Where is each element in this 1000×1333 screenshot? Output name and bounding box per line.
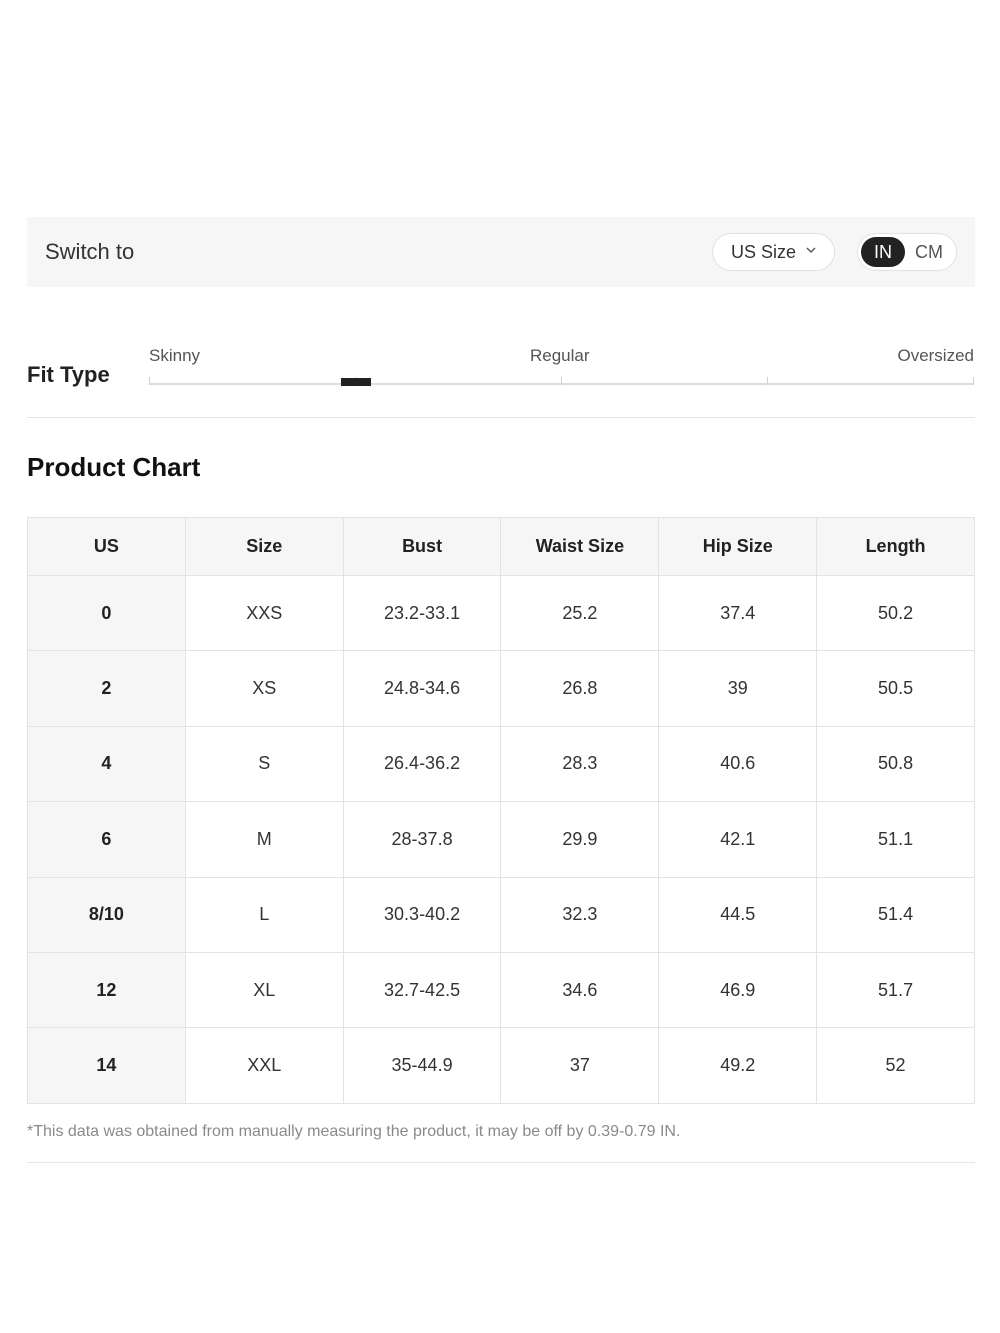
cell-length: 50.5 — [816, 650, 975, 727]
cell-bust: 35-44.9 — [342, 1027, 502, 1104]
cell-waist: 29.9 — [500, 801, 660, 878]
cell-us: 6 — [27, 801, 186, 878]
cell-waist: 26.8 — [500, 650, 660, 727]
cell-waist: 34.6 — [500, 951, 660, 1029]
size-system-dropdown[interactable]: US Size — [711, 233, 835, 271]
cell-length: 50.2 — [816, 574, 975, 652]
unit-option-cm[interactable]: CM — [905, 237, 953, 267]
cell-length: 51.7 — [816, 951, 975, 1029]
cell-size: S — [184, 725, 344, 803]
table-row: 14 XXL 35-44.9 37 49.2 52 — [27, 1027, 975, 1104]
column-header-size: Size — [184, 517, 344, 576]
size-guide-page: Switch to US Size IN CM Fit Type Skinny … — [0, 0, 1000, 1333]
cell-bust: 26.4-36.2 — [342, 725, 502, 803]
cell-hip: 44.5 — [658, 876, 818, 953]
cell-waist: 28.3 — [500, 725, 660, 803]
cell-us: 2 — [27, 650, 186, 727]
table-row: 8/10 L 30.3-40.2 32.3 44.5 51.4 — [27, 876, 975, 953]
cell-bust: 24.8-34.6 — [342, 650, 502, 727]
table-header-row: US Size Bust Waist Size Hip Size Length — [27, 517, 975, 576]
cell-hip: 49.2 — [658, 1027, 818, 1104]
cell-size: XL — [184, 951, 344, 1029]
section-divider — [27, 1162, 975, 1163]
cell-bust: 28-37.8 — [342, 801, 502, 878]
cell-size: M — [184, 801, 344, 878]
cell-waist: 25.2 — [500, 574, 660, 652]
table-row: 2 XS 24.8-34.6 26.8 39 50.5 — [27, 650, 975, 727]
cell-bust: 23.2-33.1 — [342, 574, 502, 652]
cell-us: 12 — [27, 951, 186, 1029]
product-chart-title: Product Chart — [27, 452, 201, 482]
cell-us: 8/10 — [27, 876, 186, 953]
cell-waist: 37 — [500, 1027, 660, 1104]
cell-size: XXL — [184, 1027, 344, 1104]
fit-label-oversized: Oversized — [897, 346, 974, 365]
fit-label-regular: Regular — [530, 346, 590, 365]
cell-size: L — [184, 876, 344, 953]
cell-length: 51.4 — [816, 876, 975, 953]
table-row: 4 S 26.4-36.2 28.3 40.6 50.8 — [27, 725, 975, 803]
cell-bust: 30.3-40.2 — [342, 876, 502, 953]
cell-us: 14 — [27, 1027, 186, 1104]
cell-size: XXS — [184, 574, 344, 652]
column-header-waist: Waist Size — [500, 517, 660, 576]
switch-to-label: Switch to — [45, 239, 135, 264]
unit-option-in[interactable]: IN — [861, 237, 905, 267]
chevron-down-icon — [806, 247, 816, 253]
column-header-us: US — [27, 517, 186, 576]
cell-hip: 40.6 — [658, 725, 818, 803]
cell-size: XS — [184, 650, 344, 727]
cell-hip: 39 — [658, 650, 818, 727]
cell-bust: 32.7-42.5 — [342, 951, 502, 1029]
column-header-length: Length — [816, 517, 975, 576]
cell-hip: 46.9 — [658, 951, 818, 1029]
table-row: 0 XXS 23.2-33.1 25.2 37.4 50.2 — [27, 574, 975, 652]
fit-scale-tick — [973, 377, 974, 385]
fit-label-skinny: Skinny — [149, 346, 201, 365]
cell-hip: 42.1 — [658, 801, 818, 878]
fit-scale-tick — [561, 377, 562, 385]
table-row: 6 M 28-37.8 29.9 42.1 51.1 — [27, 801, 975, 878]
cell-length: 50.8 — [816, 725, 975, 803]
cell-length: 52 — [816, 1027, 975, 1104]
column-header-bust: Bust — [342, 517, 502, 576]
cell-waist: 32.3 — [500, 876, 660, 953]
size-chart-table: US Size Bust Waist Size Hip Size Length … — [27, 517, 975, 1104]
table-row: 12 XL 32.7-42.5 34.6 46.9 51.7 — [27, 951, 975, 1029]
cell-length: 51.1 — [816, 801, 975, 878]
cell-us: 4 — [27, 725, 186, 803]
fit-scale-tick — [767, 377, 768, 385]
fit-type-title: Fit Type — [27, 362, 110, 387]
cell-us: 0 — [27, 574, 186, 652]
measurement-note: *This data was obtained from manually me… — [27, 1123, 681, 1140]
size-system-value: US Size — [730, 241, 796, 262]
fit-scale-tick — [149, 377, 150, 385]
section-divider — [27, 417, 975, 418]
unit-toggle: IN CM — [857, 233, 957, 271]
column-header-hip: Hip Size — [658, 517, 818, 576]
fit-indicator — [341, 378, 371, 386]
unit-switch-bar: Switch to US Size IN CM — [27, 217, 975, 287]
cell-hip: 37.4 — [658, 574, 818, 652]
